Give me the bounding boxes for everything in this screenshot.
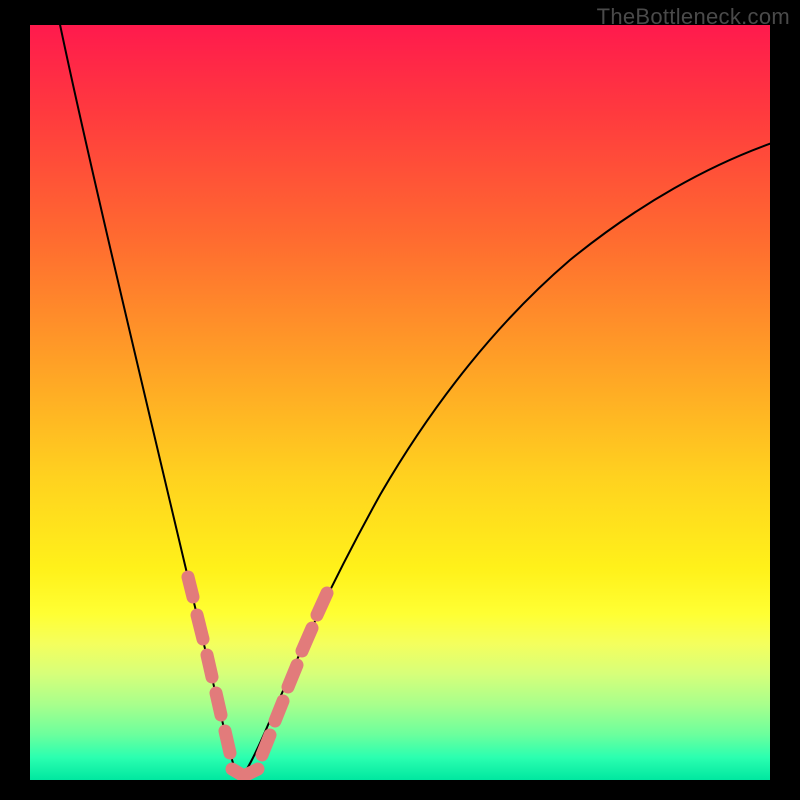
plot-area xyxy=(30,25,770,780)
marker-segment xyxy=(288,665,297,687)
chart-frame: TheBottleneck.com xyxy=(0,0,800,800)
bottleneck-curve xyxy=(58,25,770,779)
curve-svg xyxy=(30,25,770,780)
marker-segment xyxy=(188,577,193,597)
marker-segment xyxy=(317,593,327,615)
marker-segment xyxy=(246,769,258,775)
marker-segment xyxy=(207,655,212,677)
marker-segment xyxy=(225,731,230,753)
marker-segment xyxy=(275,701,283,721)
marker-segment xyxy=(216,693,221,715)
marker-segment xyxy=(197,615,203,639)
marker-segment xyxy=(262,735,270,755)
marker-segment xyxy=(302,628,312,651)
